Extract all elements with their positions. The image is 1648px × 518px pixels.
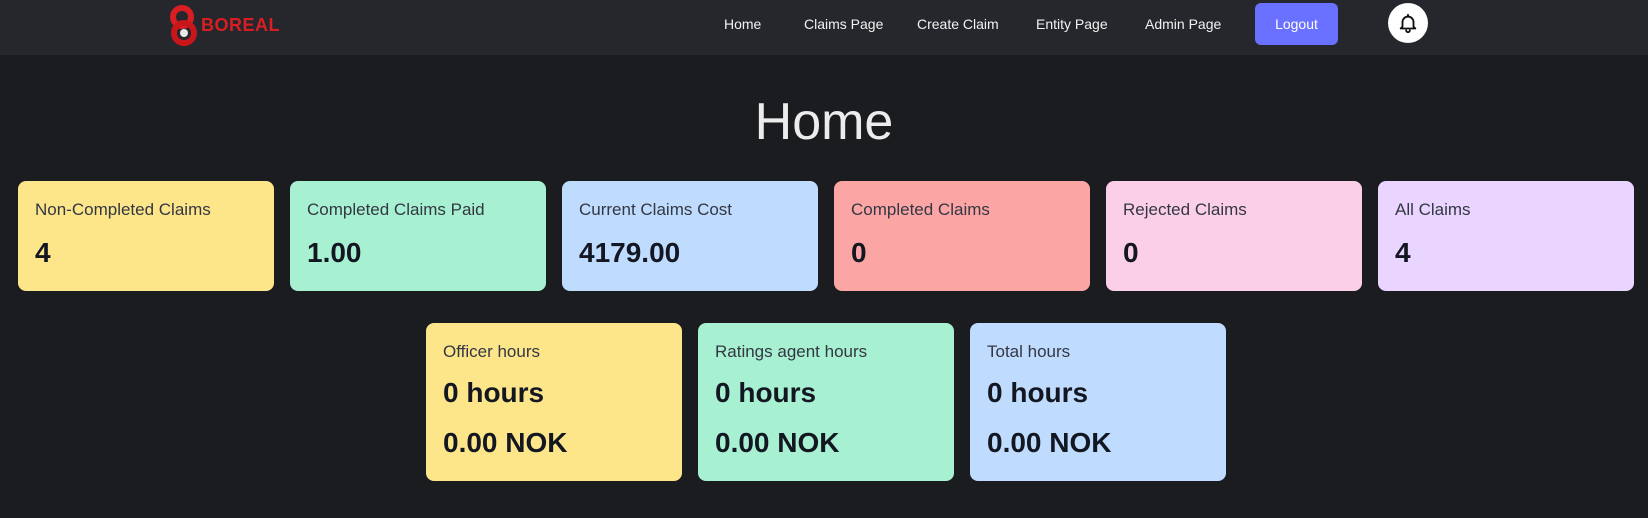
nav-link-entity-page[interactable]: Entity Page [1036, 16, 1108, 32]
hours-label: Ratings agent hours [715, 342, 868, 361]
top-navbar: BOREAL Home Claims Page Create Claim Ent… [0, 0, 1648, 55]
stat-card-all-claims: All Claims 4 [1378, 181, 1634, 291]
stat-label: Completed Claims [851, 200, 990, 219]
hours-card-ratings-agent: Ratings agent hours 0 hours 0.00 NOK [698, 323, 954, 481]
nav-link-create-claim[interactable]: Create Claim [917, 16, 999, 32]
stat-value: 1.00 [307, 237, 362, 268]
stat-card-completed-claims: Completed Claims 0 [834, 181, 1090, 291]
stat-label: Non-Completed Claims [35, 200, 211, 219]
stat-card-current-claims-cost: Current Claims Cost 4179.00 [562, 181, 818, 291]
stat-label: Completed Claims Paid [307, 200, 485, 219]
stat-value: 0 [851, 237, 867, 268]
nav-link-admin-page[interactable]: Admin Page [1145, 16, 1221, 32]
stat-card-rejected-claims: Rejected Claims 0 [1106, 181, 1362, 291]
stat-card-non-completed-claims: Non-Completed Claims 4 [18, 181, 274, 291]
page-title: Home [754, 93, 894, 151]
hours-label: Officer hours [443, 342, 541, 361]
hours-value: 0 hours [443, 377, 545, 408]
stat-value: 4 [35, 237, 51, 268]
stat-label: Rejected Claims [1123, 200, 1247, 219]
hours-label: Total hours [987, 342, 1071, 361]
hours-cost: 0.00 NOK [715, 427, 840, 458]
hours-cost: 0.00 NOK [443, 427, 568, 458]
hours-card-officer: Officer hours 0 hours 0.00 NOK [426, 323, 682, 481]
stat-label: Current Claims Cost [579, 200, 733, 219]
nav-link-claims-page[interactable]: Claims Page [804, 16, 883, 32]
hours-cost: 0.00 NOK [987, 427, 1112, 458]
logout-button[interactable]: Logout [1255, 3, 1338, 45]
nav-link-home[interactable]: Home [724, 16, 761, 32]
stat-value: 0 [1123, 237, 1139, 268]
hours-value: 0 hours [715, 377, 817, 408]
stat-value: 4179.00 [579, 237, 681, 268]
stat-card-completed-claims-paid: Completed Claims Paid 1.00 [290, 181, 546, 291]
stat-value: 4 [1395, 237, 1411, 268]
hours-card-total: Total hours 0 hours 0.00 NOK [970, 323, 1226, 481]
notifications-button[interactable] [1388, 3, 1428, 43]
stat-label: All Claims [1395, 200, 1471, 219]
bell-icon [1399, 13, 1417, 34]
hours-value: 0 hours [987, 377, 1089, 408]
